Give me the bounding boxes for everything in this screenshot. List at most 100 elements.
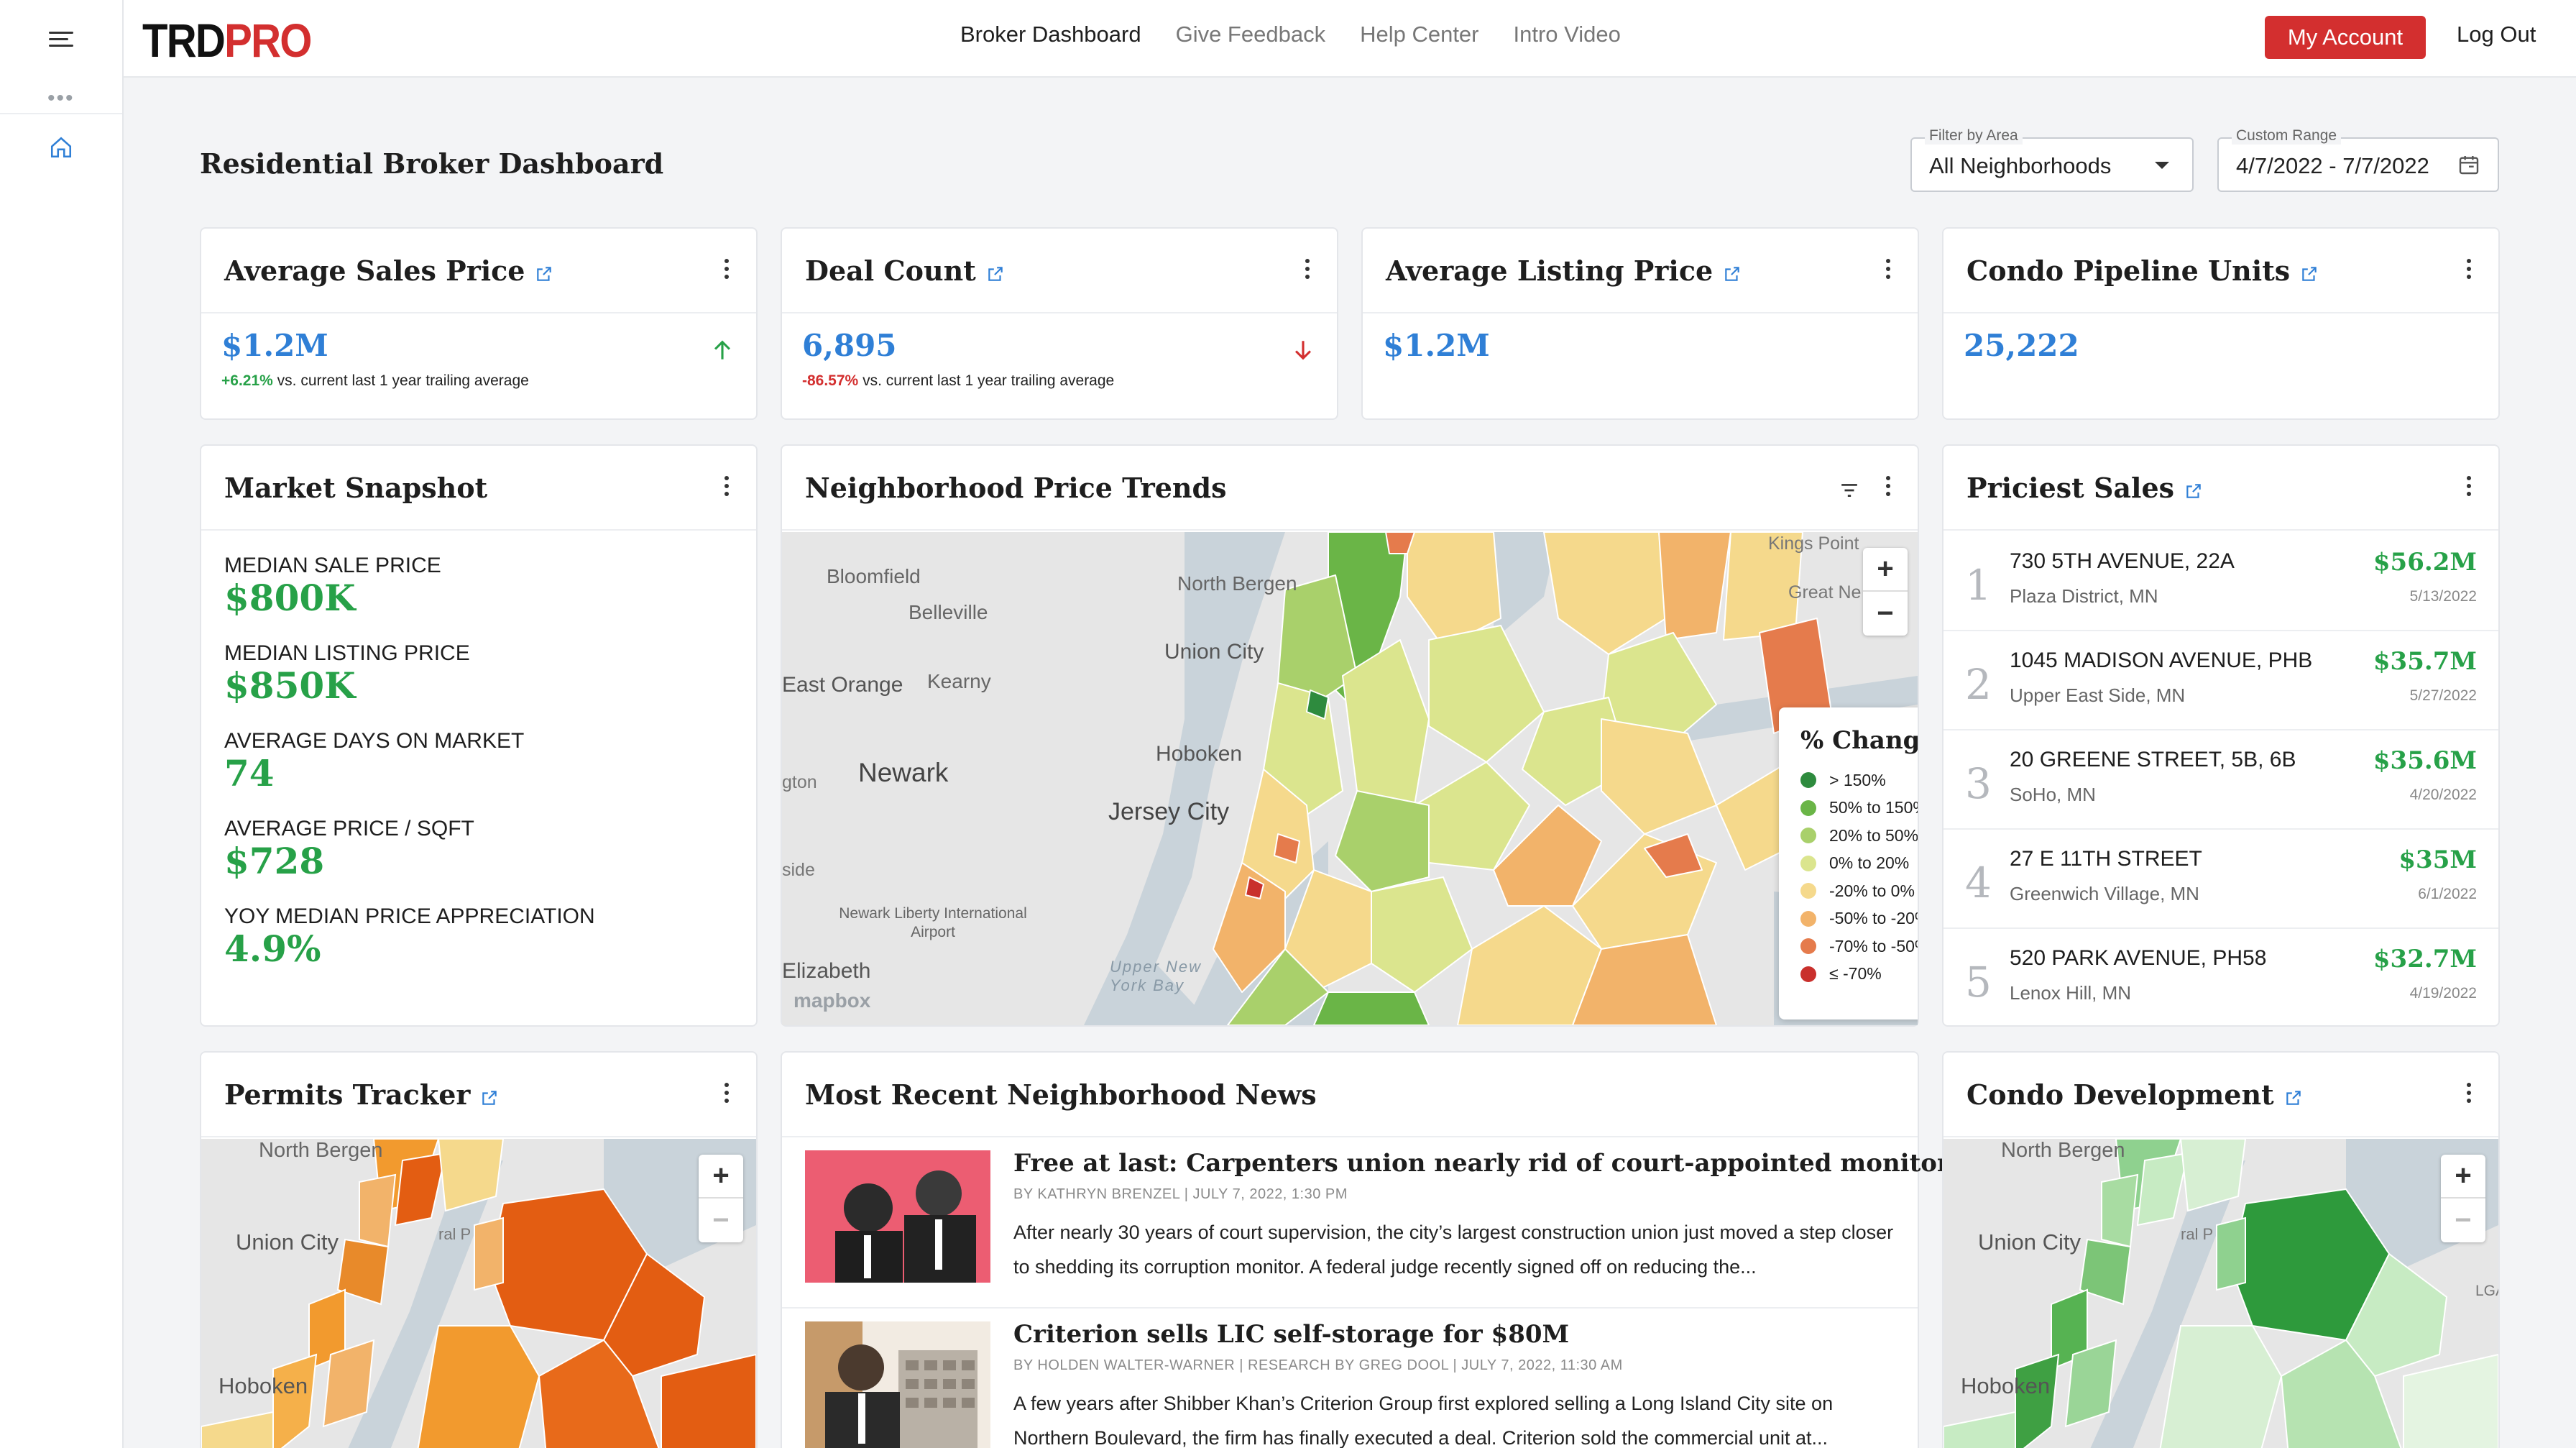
filter-icon[interactable] <box>1840 483 1859 498</box>
neighborhood-news-card: Most Recent Neighborhood News Free at la… <box>781 1051 1950 1448</box>
trd-pro-logo[interactable]: TRDPRO <box>142 13 312 68</box>
news-thumbnail <box>805 1150 990 1283</box>
sale-date: 4/19/2022 <box>2409 985 2477 1002</box>
news-headline[interactable]: Free at last: Carpenters union nearly ri… <box>1013 1149 1950 1178</box>
area-filter-select[interactable]: Filter by Area All Neighborhoods <box>1910 127 2194 192</box>
map-label: Jersey City <box>1108 798 1230 825</box>
nav-broker-dashboard[interactable]: Broker Dashboard <box>960 22 1141 47</box>
sale-row[interactable]: 5 520 PARK AVENUE, PH58 Lenox Hill, MN $… <box>1944 929 2498 1028</box>
sale-price: $56.2M <box>2373 548 2477 577</box>
legend-item: > 150% <box>1800 766 1918 794</box>
legend-label: 0% to 20% <box>1829 853 1910 873</box>
map-legend: % Change > 150% 50% to 150% 20% to 50% 0… <box>1779 707 1918 1019</box>
external-link-icon[interactable] <box>480 1089 499 1107</box>
legend-label: -70% to -50% <box>1829 936 1918 956</box>
nav-intro-video[interactable]: Intro Video <box>1514 22 1621 47</box>
snapshot-label: MEDIAN LISTING PRICE <box>224 641 470 665</box>
legend-item: 20% to 50% <box>1800 822 1918 850</box>
sale-rank: 3 <box>1965 759 1992 808</box>
map-label: Elizabeth <box>782 959 871 983</box>
kpi-value: 6,895 <box>802 328 897 363</box>
legend-swatch <box>1800 855 1816 871</box>
more-dots-icon[interactable]: ••• <box>47 86 75 111</box>
card-title: Most Recent Neighborhood News <box>805 1078 1317 1111</box>
kebab-icon[interactable] <box>2467 1083 2472 1104</box>
kebab-icon[interactable] <box>1886 259 1892 280</box>
legend-item: -20% to 0% <box>1800 877 1918 905</box>
sale-address: 1045 MADISON AVENUE, PHB <box>2010 649 2313 672</box>
legend-label: > 150% <box>1829 770 1886 789</box>
card-title: Condo Development <box>1966 1078 2274 1111</box>
kebab-icon[interactable] <box>1886 476 1892 498</box>
legend-swatch <box>1800 938 1816 955</box>
zoom-in-button[interactable]: + <box>1863 548 1908 592</box>
sale-neighborhood: Lenox Hill, MN <box>2010 982 2132 1004</box>
zoom-out-button[interactable]: − <box>2441 1199 2485 1242</box>
map-label: Union City <box>1978 1229 2081 1255</box>
zoom-out-button[interactable]: − <box>699 1199 743 1242</box>
legend-item: -70% to -50% <box>1800 933 1918 961</box>
zoom-in-button[interactable]: + <box>2441 1155 2485 1199</box>
sale-row[interactable]: 1 730 5TH AVENUE, 22A Plaza District, MN… <box>1944 532 2498 631</box>
snapshot-label: MEDIAN SALE PRICE <box>224 554 441 577</box>
condo-map[interactable]: North Bergen Union City Hoboken ral P LG… <box>1944 1139 2498 1448</box>
external-link-icon[interactable] <box>535 265 553 283</box>
permits-map[interactable]: North Bergen Union City Hoboken ral P + … <box>201 1139 756 1448</box>
map-label: ral P <box>438 1225 472 1243</box>
map-label: North Bergen <box>2001 1139 2125 1162</box>
permits-choropleth <box>201 1139 756 1448</box>
legend-label: -20% to 0% <box>1829 881 1915 900</box>
price-trends-map[interactable]: Kings Point Bloomfield North Bergen Grea… <box>782 532 1918 1025</box>
news-item[interactable]: Criterion sells LIC self-storage for $80… <box>782 1309 1918 1448</box>
kebab-icon[interactable] <box>724 476 730 498</box>
kpi-note: +6.21% vs. current last 1 year trailing … <box>221 372 529 390</box>
map-label: Bloomfield <box>827 565 921 587</box>
sale-row[interactable]: 3 20 GREENE STREET, 5B, 6B SoHo, MN $35.… <box>1944 730 2498 830</box>
card-title: Neighborhood Price Trends <box>805 472 1227 504</box>
zoom-out-button[interactable]: − <box>1863 592 1908 636</box>
menu-icon[interactable] <box>49 32 73 53</box>
sale-row[interactable]: 2 1045 MADISON AVENUE, PHB Upper East Si… <box>1944 631 2498 730</box>
calendar-icon[interactable] <box>2457 153 2480 176</box>
map-label: Hoboken <box>1961 1373 2051 1398</box>
legend-swatch <box>1800 799 1816 816</box>
map-label: East Orange <box>782 673 903 697</box>
sale-neighborhood: SoHo, MN <box>2010 784 2096 805</box>
external-link-icon[interactable] <box>2284 1089 2303 1107</box>
area-filter-label: Filter by Area <box>1925 127 2023 145</box>
logout-link[interactable]: Log Out <box>2457 22 2536 47</box>
kebab-icon[interactable] <box>1305 259 1311 280</box>
card-title: Priciest Sales <box>1966 472 2175 504</box>
nav-give-feedback[interactable]: Give Feedback <box>1176 22 1326 47</box>
news-headline[interactable]: Criterion sells LIC self-storage for $80… <box>1013 1320 1569 1349</box>
kebab-icon[interactable] <box>2467 476 2472 498</box>
priciest-sales-card: Priciest Sales 1 730 5TH AVENUE, 22A Pla… <box>1942 444 2500 1027</box>
sale-row[interactable]: 4 27 E 11TH STREET Greenwich Village, MN… <box>1944 830 2498 929</box>
map-label: Great Ne <box>1788 582 1862 602</box>
zoom-in-button[interactable]: + <box>699 1155 743 1199</box>
arrow-down-icon <box>1294 341 1312 360</box>
external-link-icon[interactable] <box>986 265 1005 283</box>
kpi-title: Deal Count <box>805 255 976 287</box>
kpi-note: -86.57% vs. current last 1 year trailing… <box>802 372 1114 390</box>
external-link-icon[interactable] <box>2184 482 2203 500</box>
sale-date: 6/1/2022 <box>2418 886 2477 902</box>
nav-help-center[interactable]: Help Center <box>1360 22 1478 47</box>
kebab-icon[interactable] <box>724 1083 730 1104</box>
external-link-icon[interactable] <box>2300 265 2319 283</box>
my-account-button[interactable]: My Account <box>2265 16 2426 59</box>
zoom-controls: + − <box>1863 548 1908 636</box>
external-link-icon[interactable] <box>1723 265 1742 283</box>
date-range-field[interactable]: Custom Range 4/7/2022 - 7/7/2022 <box>2217 127 2499 192</box>
kebab-icon[interactable] <box>724 259 730 280</box>
home-icon[interactable] <box>49 135 73 160</box>
top-header: TRDPRO Broker Dashboard Give Feedback He… <box>124 0 2576 78</box>
map-label: LGA <box>2475 1283 2498 1299</box>
kebab-icon[interactable] <box>2467 259 2472 280</box>
kpi-card-deal-count: Deal Count 6,895 -86.57% vs. current las… <box>781 227 1338 420</box>
sale-neighborhood: Greenwich Village, MN <box>2010 883 2199 904</box>
news-item[interactable]: Free at last: Carpenters union nearly ri… <box>782 1137 1950 1309</box>
map-label: Upper New York Bay <box>1110 958 1202 994</box>
legend-swatch <box>1800 966 1816 982</box>
legend-label: 50% to 150% <box>1829 798 1918 817</box>
